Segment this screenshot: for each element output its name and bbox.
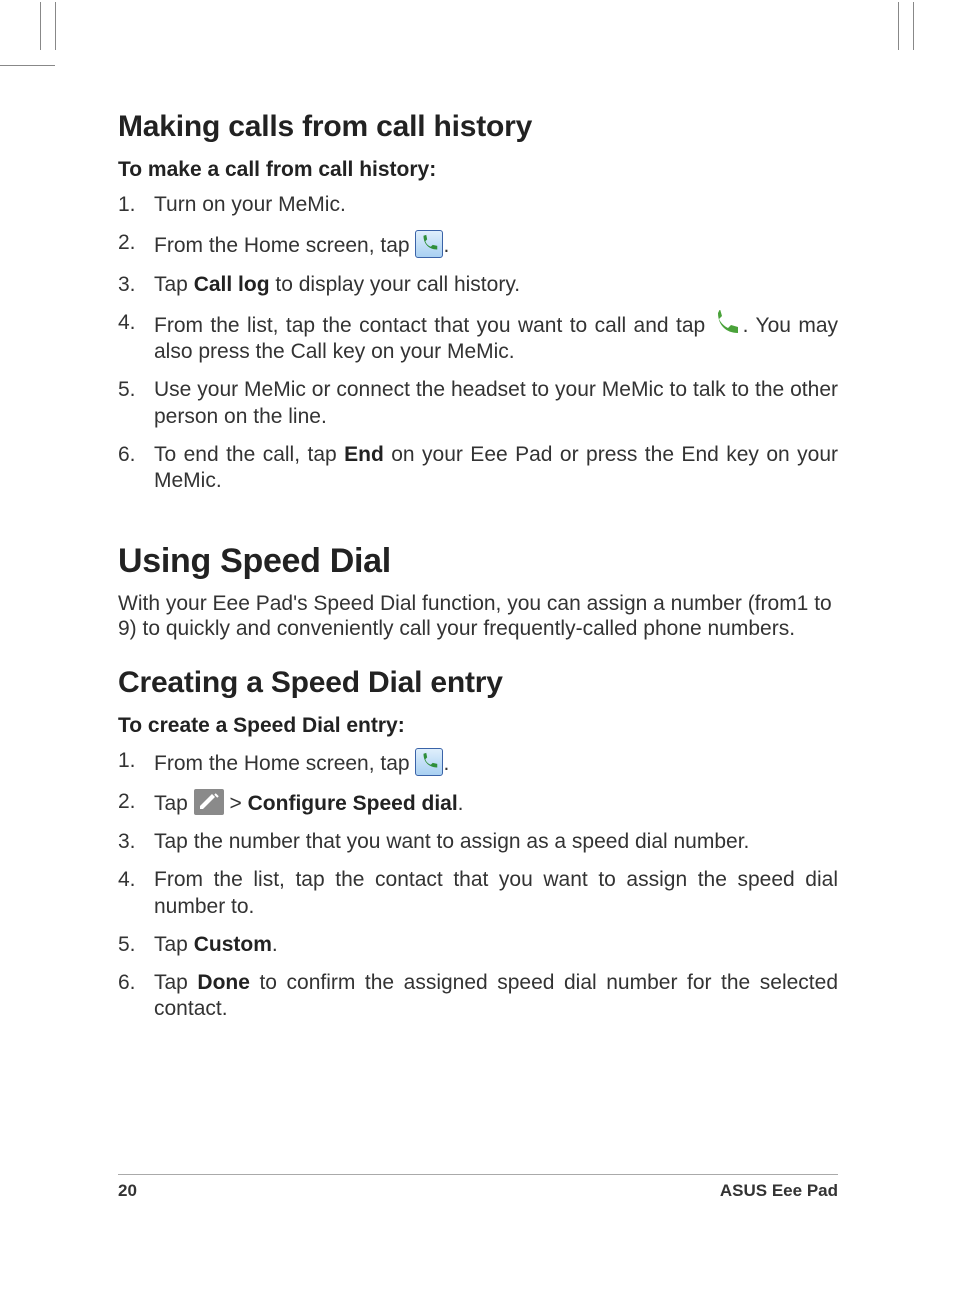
step-text: Tap > Configure Speed dial. — [154, 792, 464, 815]
step-number: 1. — [118, 192, 146, 218]
step-text: Turn on your MeMic. — [154, 193, 346, 216]
step-text: Tap Done to confirm the assigned speed d… — [154, 971, 838, 1020]
section-heading-call-history: Making calls from call history — [118, 110, 838, 144]
step-text: From the Home screen, tap . — [154, 234, 449, 257]
subhead-create-speed-dial: To create a Speed Dial entry: — [118, 714, 838, 738]
footer-brand: ASUS Eee Pad — [720, 1181, 838, 1201]
page-content: Making calls from call history To make a… — [118, 110, 838, 1035]
step-text: Use your MeMic or connect the headset to… — [154, 378, 838, 427]
step-text: To end the call, tap End on your Eee Pad… — [154, 443, 838, 492]
chapter-heading-speed-dial: Using Speed Dial — [118, 542, 838, 581]
step-text: From the list, tap the contact that you … — [154, 314, 838, 363]
step-number: 5. — [118, 932, 146, 958]
step-item: 2. Tap > Configure Speed dial. — [118, 789, 838, 817]
step-text: From the Home screen, tap . — [154, 752, 449, 775]
phone-app-icon — [415, 748, 443, 776]
step-item: 4. From the list, tap the contact that yo… — [118, 310, 838, 366]
step-item: 5. Use your MeMic or connect the headset … — [118, 377, 838, 430]
chapter-lead: With your Eee Pad's Speed Dial function,… — [118, 591, 838, 641]
crop-mark — [913, 2, 914, 50]
step-number: 3. — [118, 829, 146, 855]
manual-page: Making calls from call history To make a… — [0, 0, 954, 1301]
steps-speed-dial: 1. From the Home screen, tap . 2. Tap > Con… — [118, 748, 838, 1023]
step-item: 3. Tap Call log to display your call hist… — [118, 272, 838, 298]
crop-mark — [40, 2, 41, 50]
step-number: 3. — [118, 272, 146, 298]
step-number: 4. — [118, 310, 146, 336]
step-item: 6. To end the call, tap End on your Eee P… — [118, 442, 838, 495]
subhead-call-history: To make a call from call history: — [118, 158, 838, 182]
step-number: 1. — [118, 748, 146, 774]
step-number: 2. — [118, 230, 146, 256]
step-text: Tap Call log to display your call histor… — [154, 273, 520, 296]
crop-mark — [898, 2, 899, 50]
section-heading-create-speed-dial: Creating a Speed Dial entry — [118, 666, 838, 700]
step-text: From the list, tap the contact that you … — [154, 868, 838, 917]
page-number: 20 — [118, 1181, 137, 1201]
step-item: 3. Tap the number that you want to assign… — [118, 829, 838, 855]
crop-mark — [55, 2, 56, 50]
step-number: 6. — [118, 442, 146, 468]
step-number: 4. — [118, 867, 146, 893]
step-item: 4. From the list, tap the contact that yo… — [118, 867, 838, 920]
step-text: Tap Custom. — [154, 933, 278, 956]
edit-pencil-icon — [194, 789, 224, 815]
crop-mark — [0, 65, 55, 66]
phone-app-icon — [415, 230, 443, 258]
call-handset-icon — [713, 310, 743, 338]
step-item: 6. Tap Done to confirm the assigned speed… — [118, 970, 838, 1023]
step-number: 5. — [118, 377, 146, 403]
steps-call-history: 1. Turn on your MeMic. 2. From the Home scr… — [118, 192, 838, 494]
page-footer: 20 ASUS Eee Pad — [118, 1174, 838, 1201]
step-item: 2. From the Home screen, tap . — [118, 230, 838, 259]
step-item: 5. Tap Custom. — [118, 932, 838, 958]
step-item: 1. Turn on your MeMic. — [118, 192, 838, 218]
step-text: Tap the number that you want to assign a… — [154, 830, 749, 853]
step-number: 2. — [118, 789, 146, 815]
step-item: 1. From the Home screen, tap . — [118, 748, 838, 777]
step-number: 6. — [118, 970, 146, 996]
